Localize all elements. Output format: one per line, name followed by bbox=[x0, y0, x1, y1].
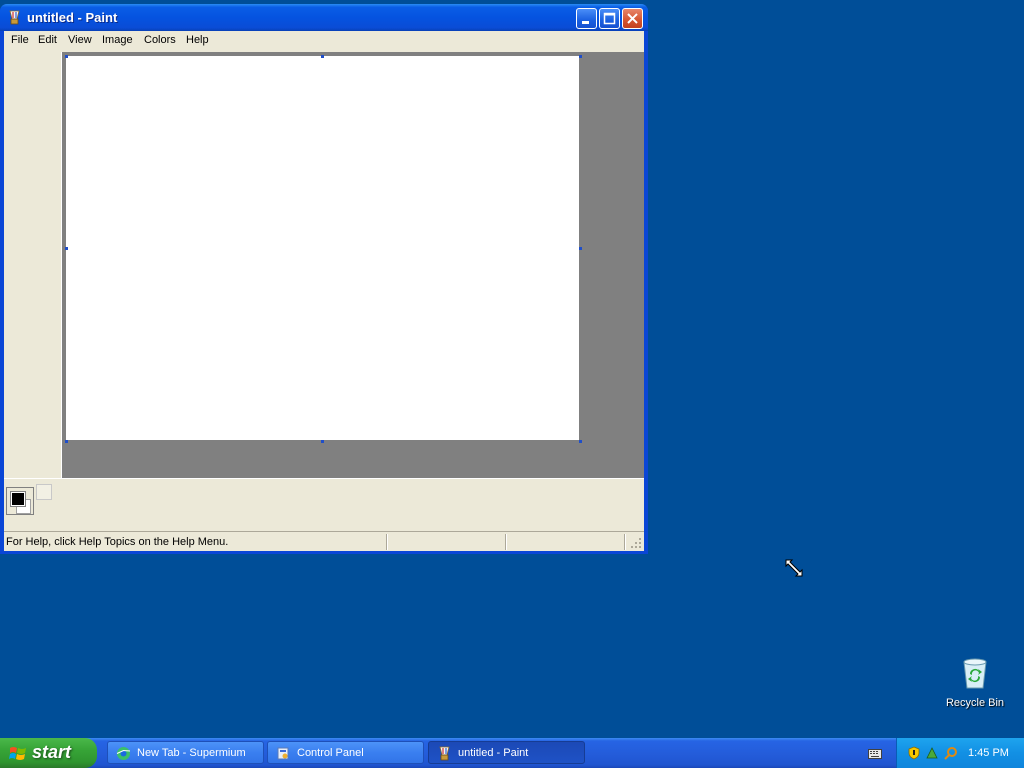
network-icon[interactable] bbox=[925, 746, 939, 760]
drawing-canvas[interactable] bbox=[66, 56, 579, 440]
menu-edit[interactable]: Edit bbox=[38, 34, 57, 46]
menu-colors[interactable]: Colors bbox=[144, 34, 176, 46]
menu-view[interactable]: View bbox=[68, 34, 92, 46]
window-client: File Edit View Image Colors Help For Hel… bbox=[4, 31, 644, 551]
status-help-text: For Help, click Help Topics on the Help … bbox=[6, 536, 229, 548]
current-colors bbox=[6, 487, 34, 515]
resize-cursor-icon bbox=[785, 559, 803, 577]
resize-handle-top bbox=[321, 55, 324, 58]
palette-cell[interactable] bbox=[36, 484, 52, 500]
maximize-button[interactable] bbox=[599, 8, 620, 29]
resize-handle-bottom-right[interactable] bbox=[579, 440, 582, 443]
close-icon bbox=[627, 13, 638, 24]
menu-image[interactable]: Image bbox=[102, 34, 133, 46]
system-tray: 1:45 PM bbox=[896, 738, 1024, 768]
paint-icon bbox=[439, 746, 450, 761]
resize-handle-left bbox=[65, 247, 68, 250]
taskbar-button-control-panel[interactable]: Control Panel bbox=[267, 741, 424, 764]
recycle-bin-label: Recycle Bin bbox=[945, 697, 1005, 709]
taskbar-button-paint[interactable]: untitled - Paint bbox=[428, 741, 585, 764]
status-divider bbox=[386, 534, 387, 550]
task-label: Control Panel bbox=[297, 747, 364, 759]
start-button[interactable]: start bbox=[0, 738, 97, 768]
browser-icon bbox=[116, 747, 131, 760]
resize-handle-top-left bbox=[65, 55, 68, 58]
clock: 1:45 PM bbox=[968, 747, 1009, 759]
control-panel-icon bbox=[277, 747, 289, 760]
resize-handle-bottom[interactable] bbox=[321, 440, 324, 443]
menu-bar: File Edit View Image Colors Help bbox=[4, 31, 644, 51]
maximize-icon bbox=[603, 12, 616, 25]
resize-handle-right[interactable] bbox=[579, 247, 582, 250]
status-bar: For Help, click Help Topics on the Help … bbox=[4, 531, 644, 551]
recycle-bin-icon bbox=[963, 658, 987, 689]
close-button[interactable] bbox=[622, 8, 643, 29]
window-title: untitled - Paint bbox=[27, 10, 118, 25]
menu-file[interactable]: File bbox=[11, 34, 29, 46]
canvas-workspace bbox=[62, 52, 644, 478]
color-palette bbox=[4, 478, 644, 529]
security-shield-icon[interactable] bbox=[907, 746, 921, 760]
tool-box bbox=[4, 52, 62, 478]
resize-handle-top-right bbox=[579, 55, 582, 58]
minimize-icon bbox=[582, 21, 589, 24]
paint-window: untitled - Paint File Edit View Image Co… bbox=[0, 4, 648, 554]
foreground-color-swatch bbox=[11, 492, 25, 506]
minimize-button[interactable] bbox=[576, 8, 597, 29]
search-icon[interactable] bbox=[944, 746, 958, 760]
keyboard-icon[interactable] bbox=[868, 749, 882, 759]
status-divider bbox=[624, 534, 625, 550]
task-label: untitled - Paint bbox=[458, 747, 529, 759]
windows-logo-icon bbox=[9, 747, 26, 760]
taskbar-button-supermium[interactable]: New Tab - Supermium bbox=[107, 741, 264, 764]
start-label: start bbox=[32, 742, 72, 762]
recycle-bin[interactable]: Recycle Bin bbox=[940, 656, 1010, 709]
resize-handle-bottom-left bbox=[65, 440, 68, 443]
menu-help[interactable]: Help bbox=[186, 34, 209, 46]
status-divider bbox=[505, 534, 506, 550]
title-bar[interactable]: untitled - Paint bbox=[0, 4, 648, 31]
task-label: New Tab - Supermium bbox=[137, 747, 246, 759]
taskbar: start New Tab - Supermium Control Panel … bbox=[0, 738, 1024, 768]
paint-app-icon bbox=[9, 10, 20, 25]
size-grip-icon[interactable] bbox=[630, 537, 642, 549]
